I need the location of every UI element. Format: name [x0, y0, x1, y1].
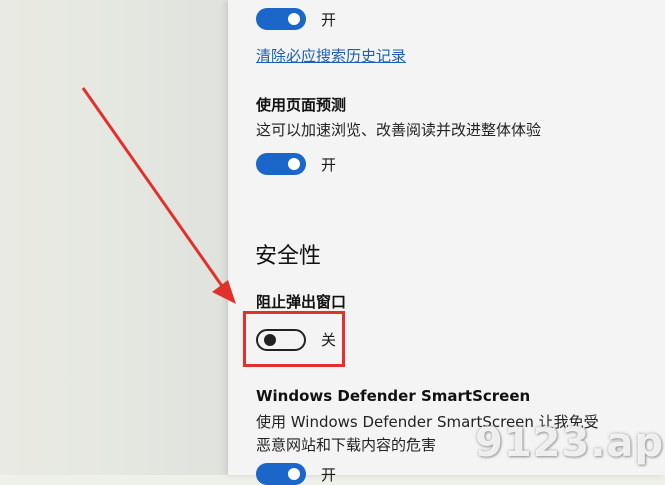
top-toggle[interactable] [256, 8, 306, 30]
popup-blocker-title: 阻止弹出窗口 [256, 293, 347, 311]
smartscreen-description-line2: 恶意网站和下载内容的危害 [256, 436, 437, 454]
watermark: 9123.app [475, 420, 665, 466]
smartscreen-title: Windows Defender SmartScreen [256, 387, 531, 405]
page-prediction-state: 开 [321, 156, 337, 174]
security-section-title: 安全性 [255, 244, 322, 269]
toggle-knob [288, 468, 300, 480]
clear-history-link[interactable]: 清除必应搜索历史记录 [256, 45, 406, 66]
smartscreen-toggle[interactable] [256, 463, 306, 485]
toggle-knob [288, 158, 300, 170]
page-prediction-toggle[interactable] [256, 153, 306, 175]
top-toggle-state: 开 [321, 11, 337, 29]
toggle-knob [288, 13, 300, 25]
highlight-box [243, 311, 345, 367]
page-prediction-title: 使用页面预测 [256, 96, 347, 114]
page-prediction-description: 这可以加速浏览、改善阅读并改进整体体验 [256, 121, 542, 139]
background-area [0, 0, 228, 475]
